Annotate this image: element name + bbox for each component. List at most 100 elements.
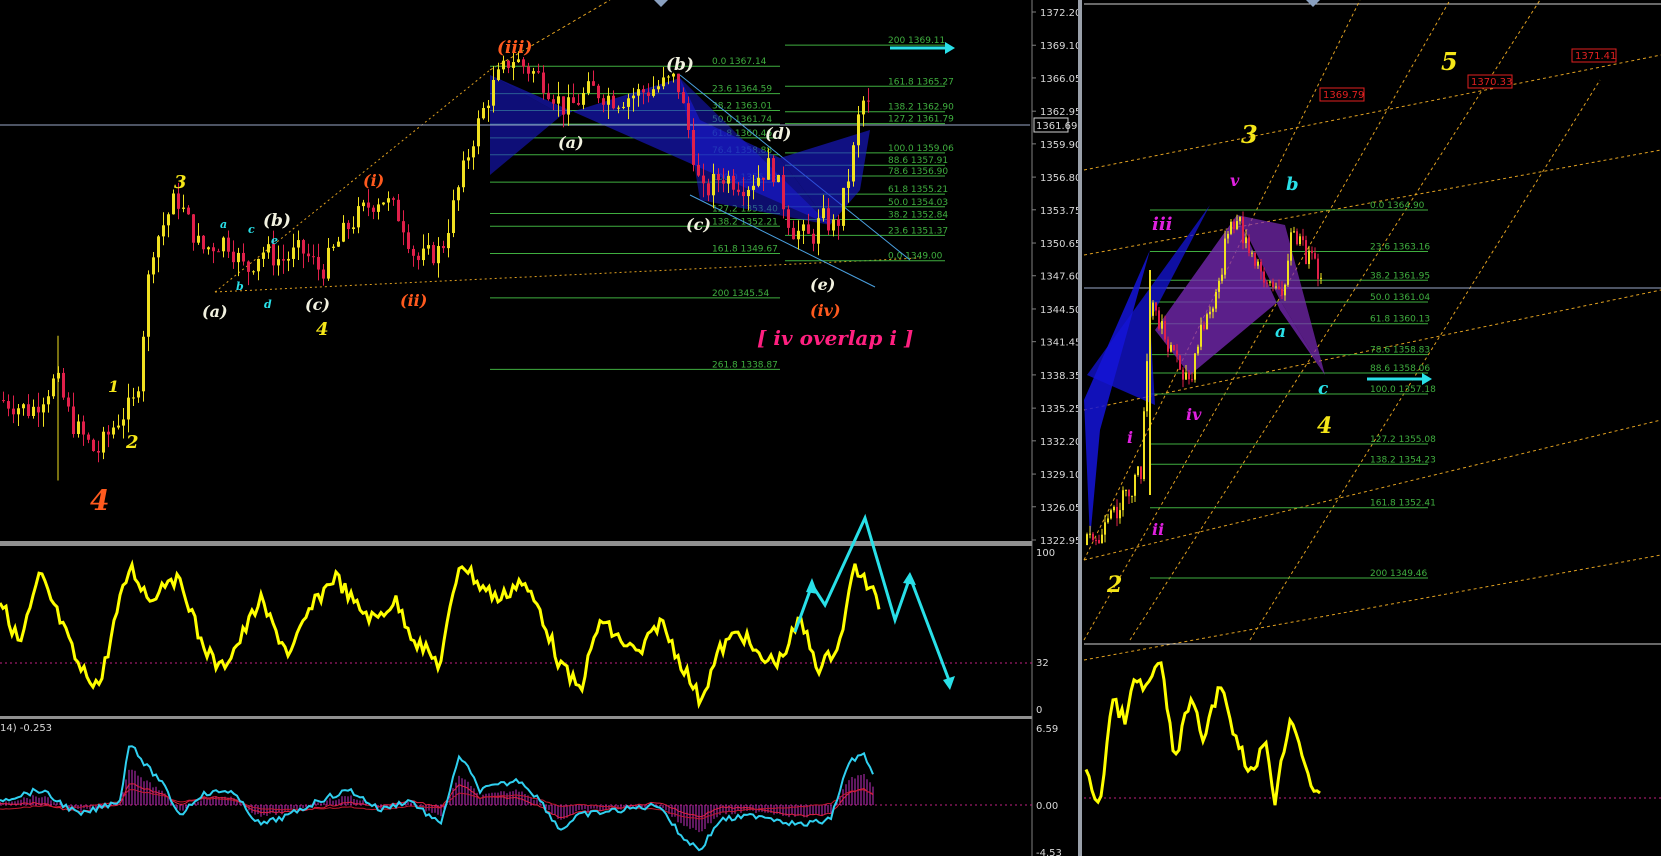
wave-label: d — [264, 298, 272, 311]
fib-label: 78.6 1358.83 — [1370, 346, 1430, 356]
fib-label: 0.0 1367.14 — [712, 57, 767, 67]
candle-bear — [1179, 355, 1181, 370]
candle-bull — [1143, 411, 1145, 480]
wave-label: c — [248, 223, 255, 236]
fib-label: 23.6 1364.59 — [712, 85, 772, 95]
candle-bull — [22, 404, 25, 409]
fib-label: 23.6 1363.16 — [1370, 242, 1430, 252]
price-tick-label: 1356.80 — [1040, 173, 1081, 184]
candle-bear — [1164, 321, 1166, 340]
candle-bull — [1257, 261, 1259, 266]
candle-bear — [612, 95, 615, 109]
candle-bear — [1302, 236, 1304, 241]
candle-bull — [852, 145, 855, 182]
candle-bear — [1296, 231, 1298, 245]
price-tick-label: 1338.35 — [1040, 371, 1081, 382]
candle-bull — [1200, 324, 1202, 347]
candle-bull — [102, 431, 105, 453]
wave-label: 3 — [174, 172, 187, 193]
candle-bear — [737, 189, 740, 192]
candle-bull — [42, 404, 45, 413]
candle-bull — [327, 247, 330, 279]
wave-label: (e) — [810, 275, 835, 294]
candle-bull — [162, 225, 165, 237]
candle-bull — [262, 252, 265, 259]
candle-bull — [1134, 474, 1136, 496]
candle-bull — [797, 230, 800, 240]
candle-bull — [352, 227, 355, 230]
candle-bull — [667, 76, 670, 78]
candle-bull — [477, 118, 480, 147]
price-tick-label: 1359.90 — [1040, 140, 1081, 151]
candle-bull — [492, 79, 495, 106]
candle-bear — [202, 235, 205, 250]
candle-bull — [622, 106, 625, 108]
wave-label: ii — [1152, 520, 1164, 539]
candle-bear — [1158, 310, 1160, 329]
candle-bear — [307, 253, 310, 257]
candle-bear — [407, 232, 410, 249]
candle-bear — [192, 214, 195, 243]
candle-bull — [1125, 489, 1127, 491]
candle-bull — [142, 336, 145, 392]
candle-bear — [572, 97, 575, 103]
wave-label: (c) — [686, 215, 711, 234]
candle-bull — [1170, 344, 1172, 352]
candle-bear — [82, 421, 85, 435]
price-tick-label: 1372.20 — [1040, 8, 1081, 19]
candle-bear — [372, 207, 375, 212]
price-tick-label: 1347.60 — [1040, 272, 1081, 283]
candle-bull — [557, 96, 560, 104]
fib-label: 0.0 1349.00 — [888, 252, 943, 262]
candle-bull — [752, 185, 755, 190]
candle-bull — [197, 235, 200, 243]
candle-bear — [92, 439, 95, 452]
candle-bear — [1266, 282, 1268, 284]
price-tick-label: 1322.95 — [1040, 536, 1081, 547]
candle-bear — [1233, 221, 1235, 230]
candle-bear — [1155, 302, 1157, 311]
fib-label: 261.8 1338.87 — [712, 360, 778, 370]
candle-bear — [217, 251, 220, 253]
fib-label: 161.8 1352.41 — [1370, 499, 1436, 509]
candle-bear — [812, 233, 815, 244]
price-tick-label: 1329.10 — [1040, 470, 1081, 481]
candle-bull — [822, 208, 825, 219]
candle-bull — [1197, 346, 1199, 354]
candle-bear — [1254, 252, 1256, 266]
candle-bear — [827, 208, 830, 231]
candle-bull — [1275, 286, 1277, 288]
candle-bull — [132, 397, 135, 399]
wave-label: 4 — [90, 484, 109, 517]
candle-bear — [692, 130, 695, 165]
panel-separator-2[interactable] — [0, 716, 1032, 719]
candle-bull — [422, 248, 425, 261]
wave-label: b — [1286, 174, 1299, 195]
wave-label: 2 — [125, 432, 139, 453]
candle-bull — [1221, 274, 1223, 281]
panel-separator-1[interactable] — [0, 541, 1032, 546]
candle-bull — [1113, 506, 1115, 511]
candle-bear — [742, 191, 745, 197]
wave-label: 4 — [1317, 413, 1332, 439]
candle-bull — [1239, 217, 1241, 222]
candle-bull — [1131, 495, 1133, 497]
candle-bull — [222, 237, 225, 252]
chart-canvas: 0.0 1367.1423.6 1364.5938.2 1363.0150.0 … — [0, 0, 1661, 856]
candle-bull — [517, 59, 520, 63]
osc-axis-32: 32 — [1036, 658, 1049, 669]
candle-bull — [462, 160, 465, 188]
candle-bear — [67, 397, 70, 407]
fib-label: 38.2 1352.84 — [888, 211, 948, 221]
fib-label: 200 1369.11 — [888, 36, 945, 46]
candle-bear — [602, 98, 605, 105]
candle-bull — [512, 62, 515, 68]
candle-bear — [242, 252, 245, 262]
candle-bear — [772, 158, 775, 183]
candle-bull — [1107, 518, 1109, 523]
candle-bull — [157, 236, 160, 258]
candle-bear — [402, 221, 405, 233]
candle-bull — [657, 86, 660, 90]
candle-bull — [712, 173, 715, 196]
candle-bull — [152, 257, 155, 275]
